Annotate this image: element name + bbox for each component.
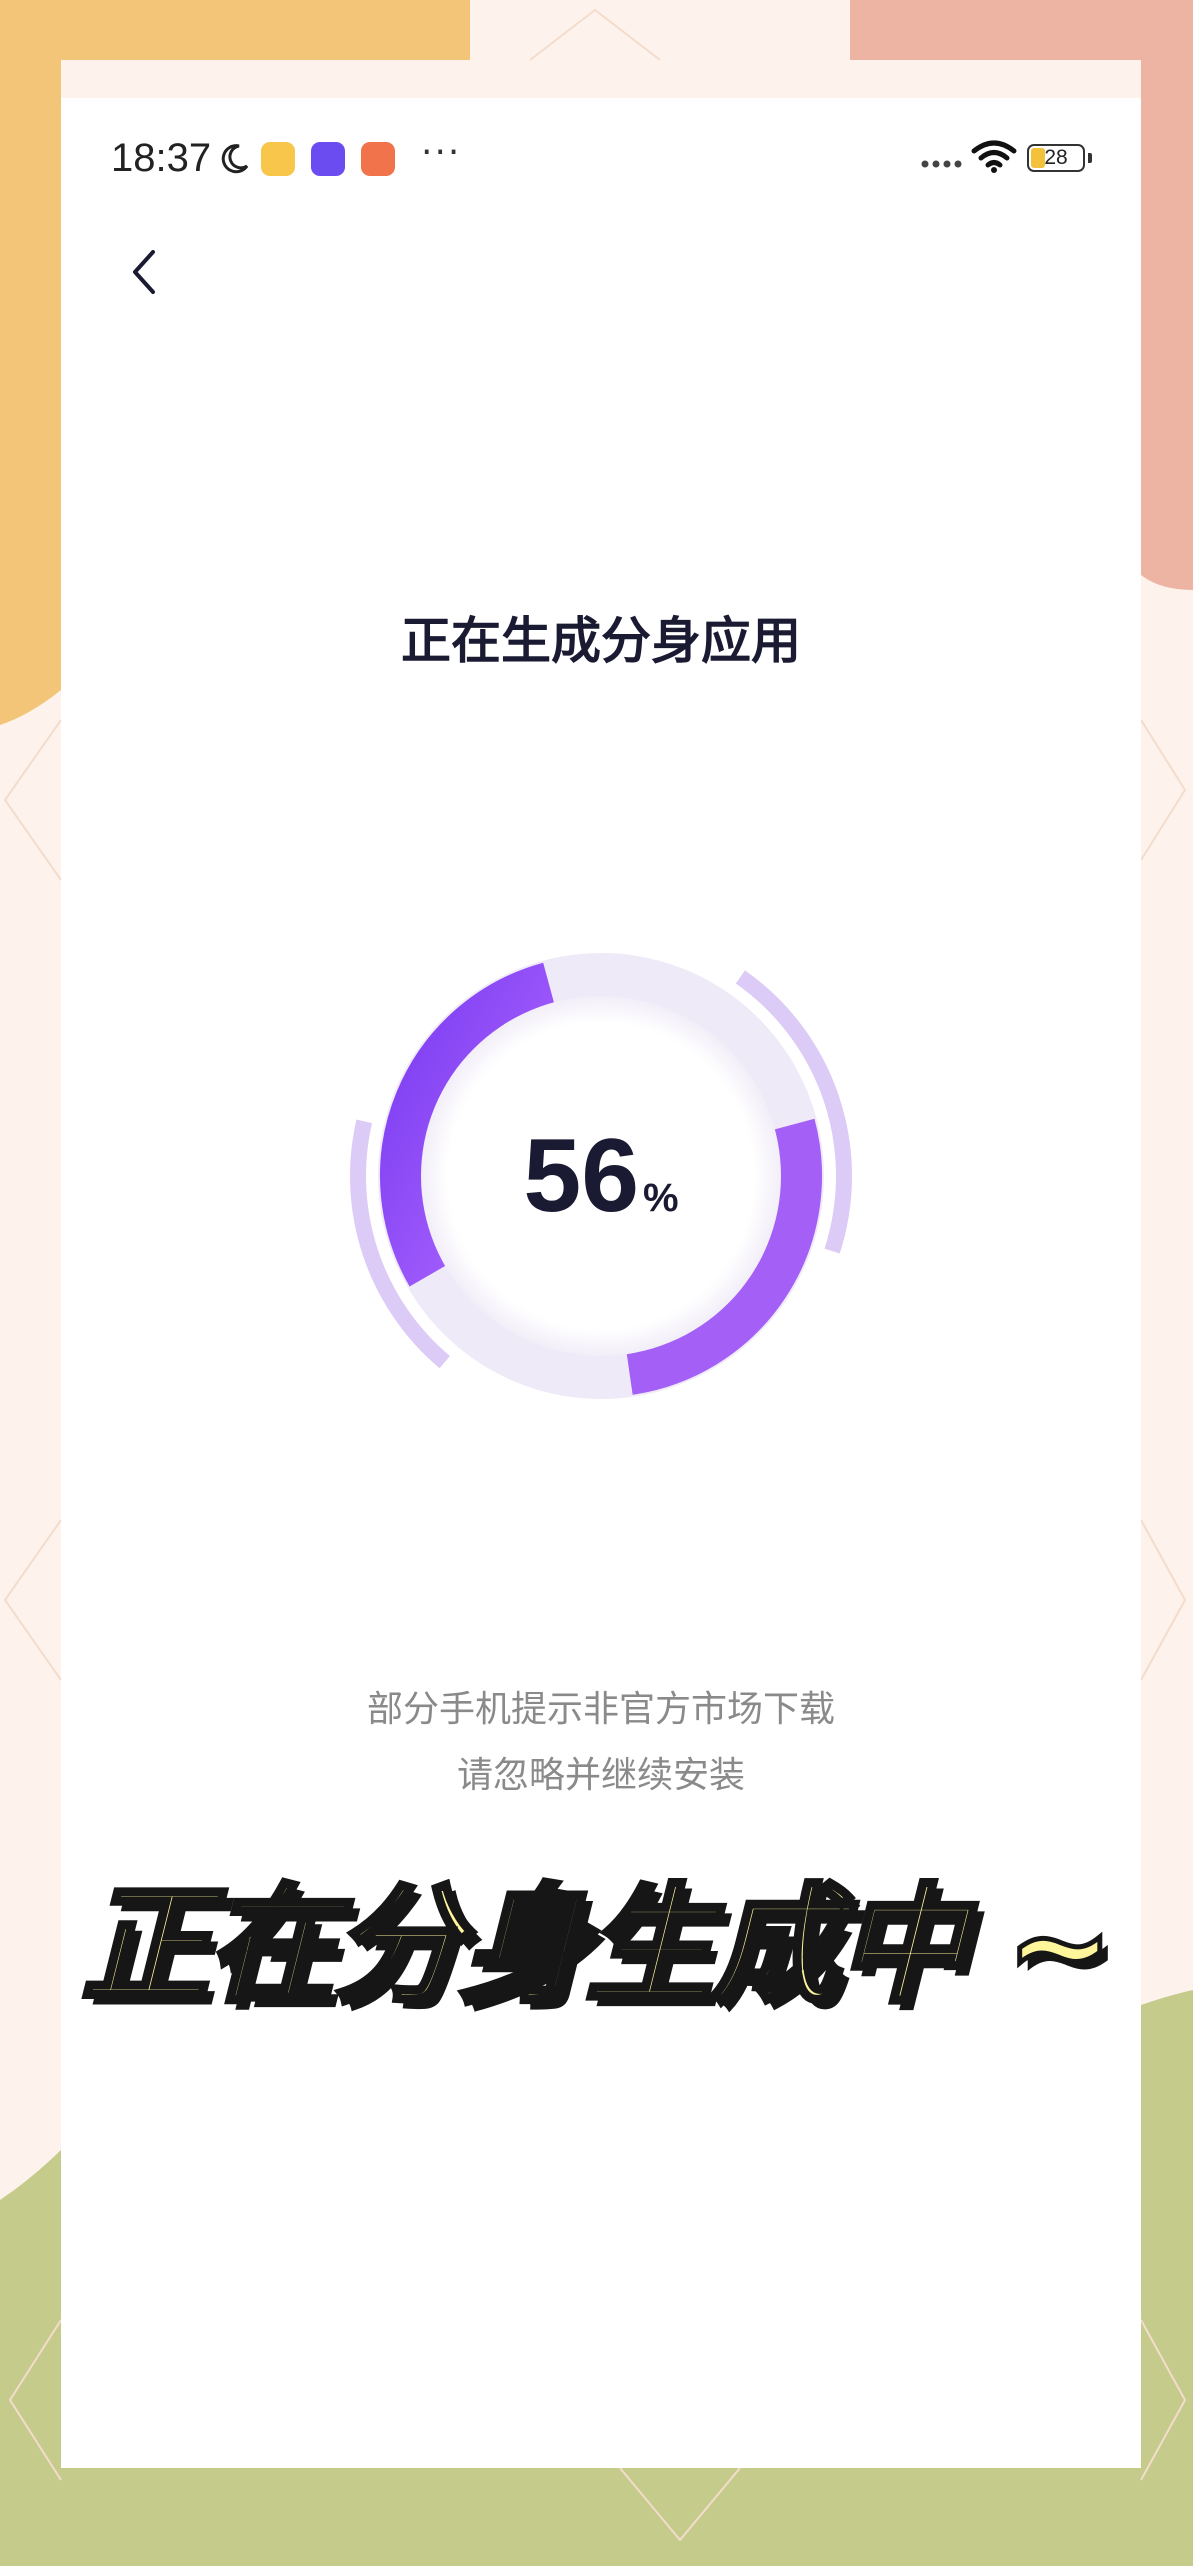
progress-percent-unit: % <box>643 1175 679 1220</box>
app-badge-icon <box>311 142 345 176</box>
app-badge-icon <box>361 142 395 176</box>
page-title: 正在生成分身应用 <box>401 612 801 670</box>
battery-icon: 28 <box>1027 144 1085 172</box>
moon-icon <box>221 144 249 174</box>
progress-label: 56 % <box>341 916 861 1436</box>
more-notifications-icon: ··· <box>421 132 462 173</box>
install-notice-line-2: 请忽略并继续安装 <box>456 1755 745 1796</box>
signal-dots-icon <box>921 160 962 168</box>
status-bar: 18:37 ··· 28 <box>61 98 1141 223</box>
battery-nub <box>1088 153 1092 163</box>
overlay-caption: 正在分身生成中 ~ <box>79 1870 1116 2024</box>
status-time: 18:37 <box>111 136 212 180</box>
wifi-icon <box>971 140 1017 173</box>
phone-screen: 18:37 ··· 28 正在生成分身应用 56 % 部分手机提示非官方市场下载… <box>61 98 1141 2468</box>
chevron-left-icon <box>133 250 155 294</box>
battery-level: 28 <box>1044 146 1068 169</box>
back-button[interactable] <box>117 222 177 322</box>
progress-percent-value: 56 <box>523 1118 640 1234</box>
app-badge-icon <box>261 142 295 176</box>
install-notice-line-1: 部分手机提示非官方市场下载 <box>366 1689 835 1730</box>
